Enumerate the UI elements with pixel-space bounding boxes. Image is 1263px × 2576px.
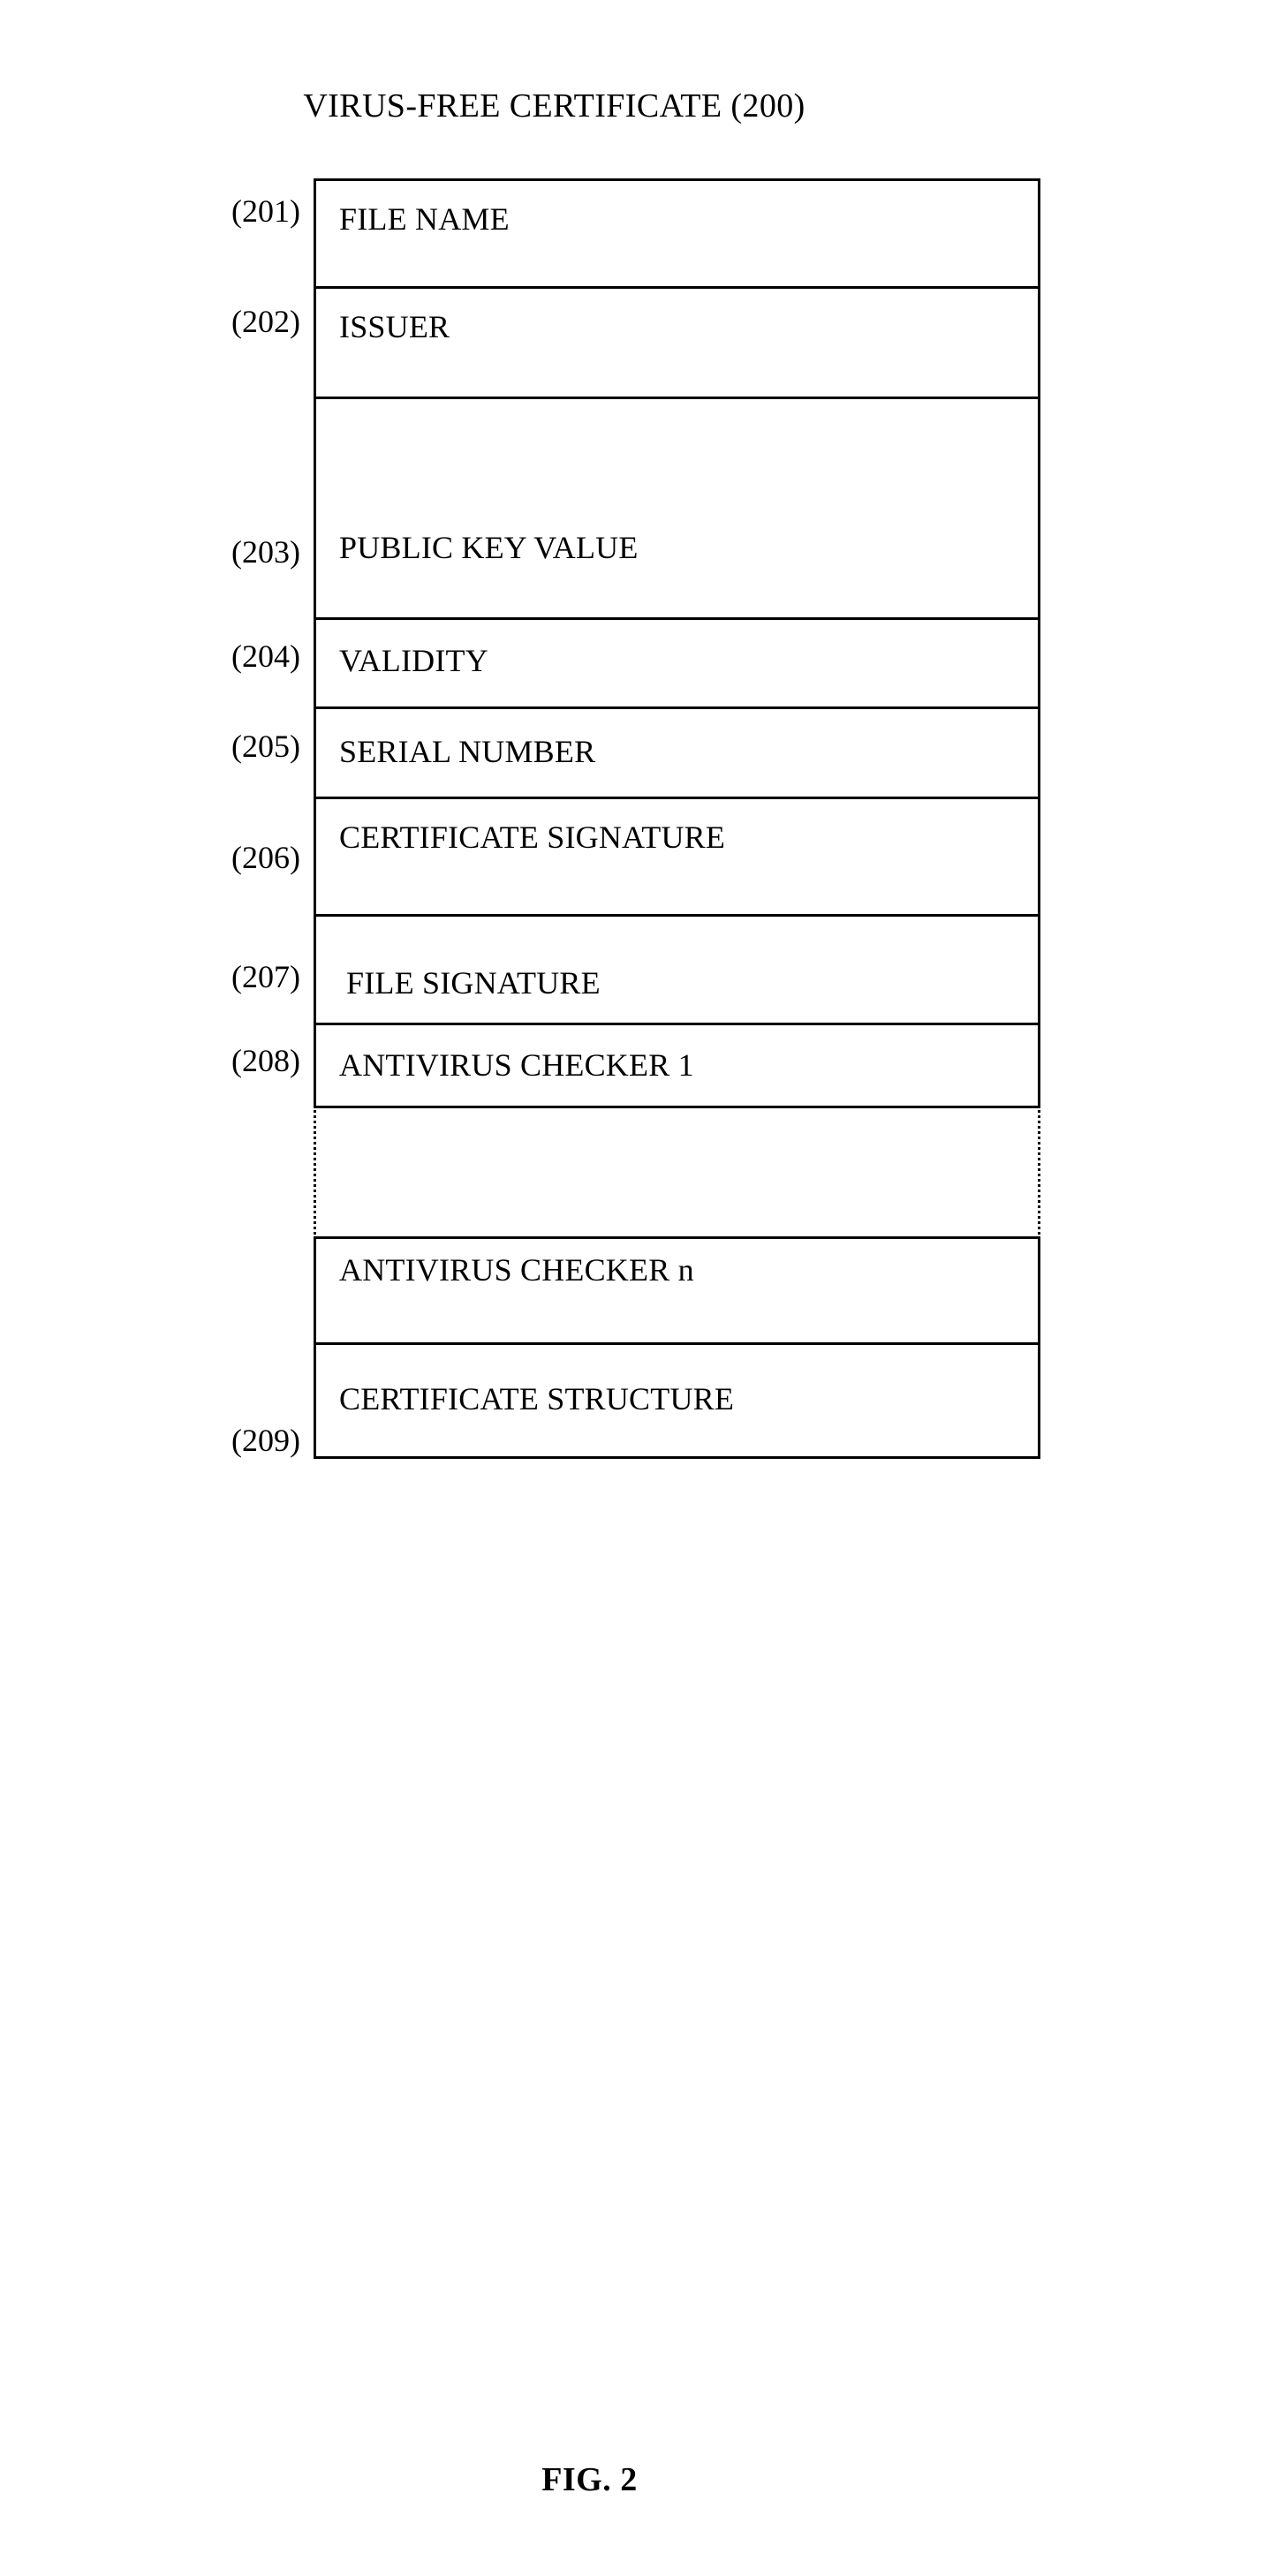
row-label-file-name: FILE NAME [339, 201, 510, 237]
row-label-antivirus-checker-1: ANTIVIRUS CHECKER 1 [339, 1046, 694, 1083]
table-row-validity: VALIDITY [314, 617, 1040, 709]
row-label-serial-number: SERIAL NUMBER [339, 733, 596, 769]
table-row-public-key-value: PUBLIC KEY VALUE [314, 397, 1040, 620]
callout-205: (205) [231, 729, 300, 764]
figure-caption: FIG. 2 [541, 2461, 638, 2498]
table-row-serial-number: SERIAL NUMBER [314, 706, 1040, 799]
row-label-antivirus-checker-n: ANTIVIRUS CHECKER n [339, 1252, 694, 1288]
table-row-certificate-structure: CERTIFICATE STRUCTURE [314, 1342, 1040, 1459]
row-label-issuer: ISSUER [339, 309, 450, 344]
row-label-certificate-signature: CERTIFICATE SIGNATURE [339, 820, 726, 855]
table-row-certificate-signature: CERTIFICATE SIGNATURE [314, 797, 1040, 917]
callout-206: (206) [231, 840, 300, 875]
callout-204: (204) [231, 638, 300, 674]
callout-209: (209) [231, 1423, 300, 1458]
row-label-validity: VALIDITY [339, 643, 488, 678]
callout-202: (202) [231, 304, 300, 339]
callout-207: (207) [231, 959, 300, 994]
callout-201: (201) [231, 193, 300, 229]
figure-page: VIRUS-FREE CERTIFICATE (200) FILE NAME I… [0, 0, 1263, 2576]
certificate-structure-table: FILE NAME ISSUER PUBLIC KEY VALUE VALIDI… [314, 178, 1040, 1635]
callout-203: (203) [231, 534, 300, 570]
figure-title: VIRUS-FREE CERTIFICATE (200) [303, 87, 805, 125]
table-row-continuation-ellipsis [314, 1106, 1040, 1239]
row-label-certificate-structure: CERTIFICATE STRUCTURE [339, 1381, 735, 1416]
table-row-file-name: FILE NAME [314, 178, 1040, 289]
row-label-public-key-value: PUBLIC KEY VALUE [339, 530, 639, 565]
callout-208: (208) [231, 1043, 300, 1078]
table-row-issuer: ISSUER [314, 286, 1040, 399]
table-row-file-signature: FILE SIGNATURE [314, 914, 1040, 1025]
row-label-file-signature: FILE SIGNATURE [346, 965, 601, 1001]
table-row-antivirus-checker-1: ANTIVIRUS CHECKER 1 [314, 1023, 1040, 1108]
table-row-antivirus-checker-n: ANTIVIRUS CHECKER n [314, 1236, 1040, 1345]
